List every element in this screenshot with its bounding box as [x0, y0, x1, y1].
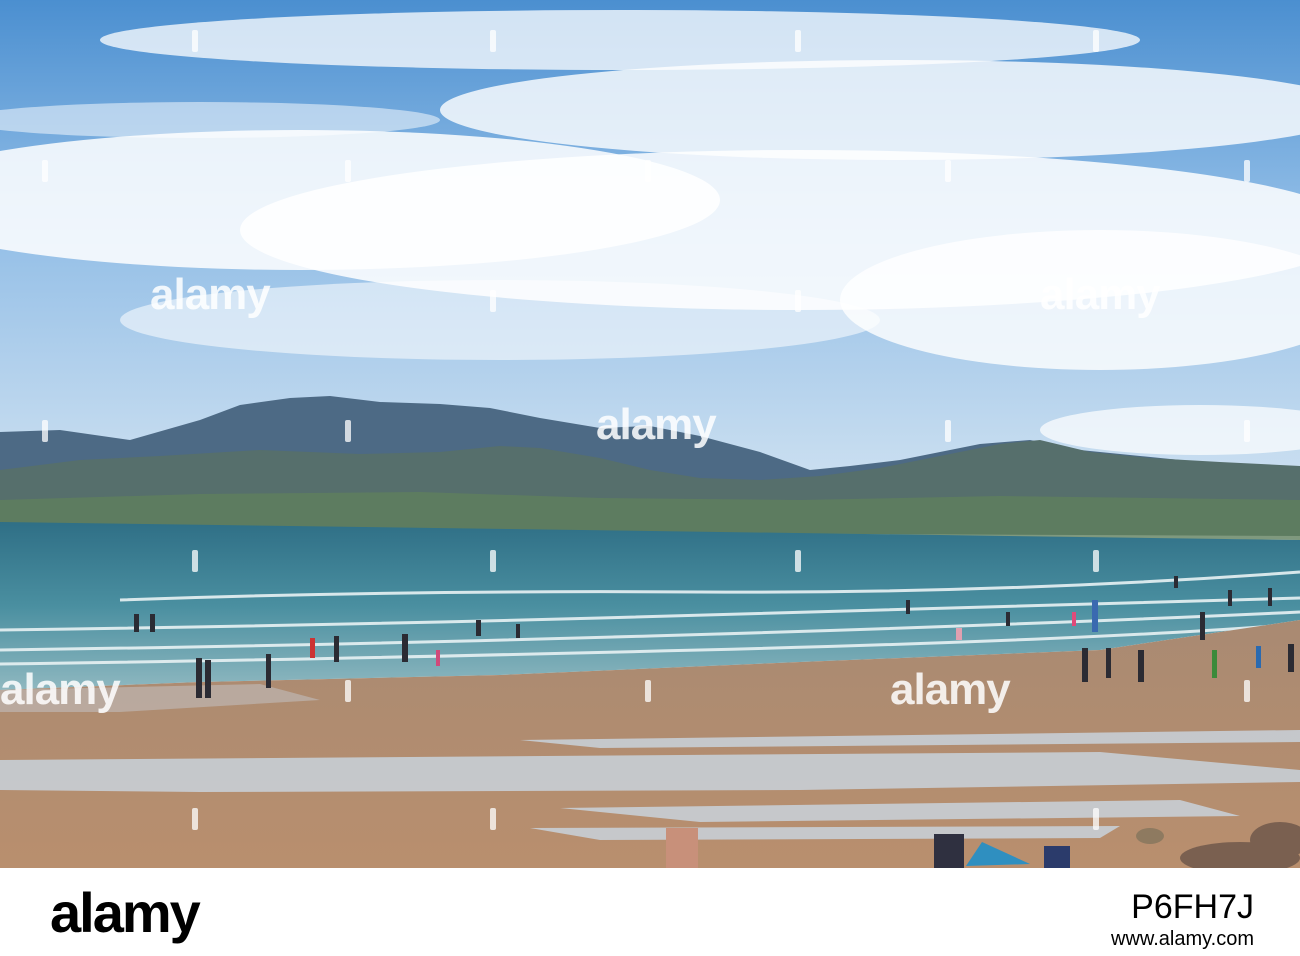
watermark-mark	[42, 160, 48, 182]
watermark: alamy	[890, 665, 1011, 714]
watermark-mark	[795, 290, 801, 312]
watermark-mark	[42, 420, 48, 442]
watermark-mark	[490, 550, 496, 572]
watermark-mark	[490, 30, 496, 52]
watermark-mark	[490, 808, 496, 830]
watermark-mark	[1244, 420, 1250, 442]
watermark-mark	[1093, 30, 1099, 52]
watermark-mark	[345, 680, 351, 702]
watermark-mark	[645, 160, 651, 182]
watermark-mark	[645, 680, 651, 702]
watermark-mark	[1244, 680, 1250, 702]
watermark: alamy	[150, 270, 271, 319]
watermark-mark	[192, 30, 198, 52]
watermark-mark	[795, 550, 801, 572]
watermark-mark	[490, 290, 496, 312]
watermark-mark	[1093, 808, 1099, 830]
watermark: alamy	[596, 400, 717, 449]
watermark-mark	[795, 30, 801, 52]
watermark: alamy	[1040, 270, 1161, 319]
watermark-mark	[1093, 550, 1099, 572]
image-id: P6FH7J	[1131, 888, 1254, 926]
watermark: alamy	[0, 665, 121, 714]
watermark-mark	[345, 420, 351, 442]
watermark-mark	[945, 160, 951, 182]
beach-photo: alamy alamy alamy alamy alamy	[0, 0, 1300, 868]
alamy-logo: alamy	[50, 881, 201, 944]
watermark-mark	[192, 808, 198, 830]
watermark-mark	[1244, 160, 1250, 182]
footer-bar: alamy P6FH7J www.alamy.com	[0, 868, 1300, 956]
site-url: www.alamy.com	[1111, 928, 1254, 950]
watermark-mark	[945, 420, 951, 442]
watermark-mark	[192, 550, 198, 572]
watermark-mark	[345, 160, 351, 182]
